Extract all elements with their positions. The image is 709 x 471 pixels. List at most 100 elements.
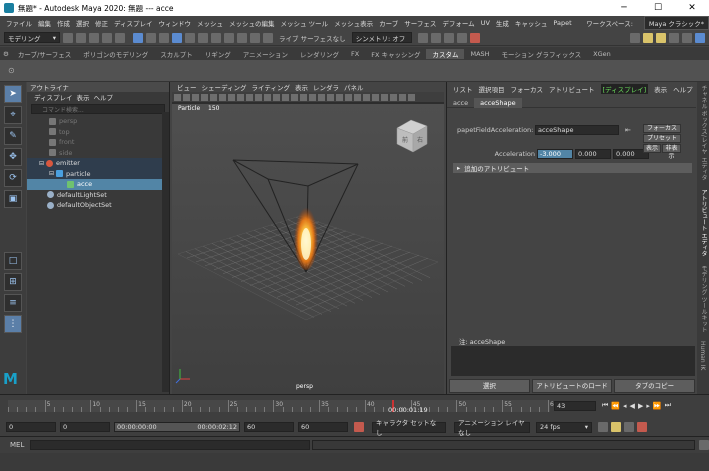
shelf-tab-mash[interactable]: MASH (464, 50, 495, 58)
xray-joints-icon[interactable] (372, 93, 379, 101)
attr-menu-attributes[interactable]: アトリビュート (549, 84, 595, 94)
viewport-menu-view[interactable]: ビュー (177, 82, 197, 92)
viewport-menu-panels[interactable]: パネル (344, 82, 364, 92)
persp-outliner-layout-icon[interactable]: ⋮ (4, 315, 22, 333)
motion-blur-icon[interactable] (336, 93, 343, 101)
presets-button[interactable]: プリセット (643, 134, 681, 143)
step-back-frame-icon[interactable]: ◂ (623, 402, 627, 410)
script-editor-button-icon[interactable] (699, 440, 709, 450)
script-editor-icon[interactable] (637, 422, 647, 432)
node-tab-acce[interactable]: acce (447, 98, 474, 108)
ambient-occlusion-icon[interactable] (327, 93, 334, 101)
bookmark-icon[interactable] (192, 93, 199, 101)
history-icon[interactable] (250, 32, 260, 43)
select-by-type-icon[interactable] (172, 32, 182, 43)
new-scene-icon[interactable] (63, 32, 73, 43)
attribute-editor-toggle-icon[interactable] (669, 32, 679, 43)
shelf-tab-fx[interactable]: FX (345, 50, 365, 58)
menu-edit-mesh[interactable]: メッシュの編集 (229, 18, 275, 28)
play-forward-icon[interactable]: ▶ (638, 402, 643, 410)
command-input[interactable] (29, 440, 310, 450)
load-attributes-button[interactable]: アトリビュートのロード (531, 379, 613, 393)
shelf-tab-rigging[interactable]: リギング (199, 49, 237, 59)
show-button[interactable]: 表示 (643, 144, 661, 153)
camera-select-icon[interactable] (174, 93, 181, 101)
current-frame-field[interactable]: 43 (554, 401, 596, 411)
gate-mask-icon[interactable] (237, 93, 244, 101)
menu-display[interactable]: ディスプレイ (114, 18, 153, 28)
four-pane-layout-icon[interactable]: ⊞ (4, 273, 22, 291)
anim-layer-select[interactable]: アニメーション レイヤなし (454, 419, 530, 437)
outliner-item-persp[interactable]: persp (27, 116, 169, 127)
shelf-settings-icon[interactable]: ⚙ (0, 50, 12, 58)
shelf-tab-rendering[interactable]: レンダリング (294, 49, 345, 59)
menu-curves[interactable]: カーブ (379, 18, 398, 28)
viewport-menu-show[interactable]: 表示 (295, 82, 308, 92)
menu-uv[interactable]: UV (481, 19, 490, 27)
modeling-toolkit-icon[interactable] (643, 32, 653, 43)
collapse-icon[interactable]: ⊟ (39, 160, 44, 167)
step-back-key-icon[interactable]: ⏪ (611, 402, 620, 410)
side-tab-human-ik[interactable]: Human IK (699, 341, 706, 370)
safe-action-icon[interactable] (255, 93, 262, 101)
hide-button[interactable]: 非表示 (662, 144, 681, 160)
outliner-item-side[interactable]: side (27, 148, 169, 159)
redo-icon[interactable] (115, 32, 125, 43)
outliner-menu-display[interactable]: ディスプレイ (34, 92, 73, 102)
save-scene-icon[interactable] (89, 32, 99, 43)
playback-end-field[interactable]: 60 (244, 422, 294, 432)
time-slider[interactable]: 51015202530354045505560 00:00:01:19 43 ⏮… (0, 394, 709, 418)
snap-grid-icon[interactable] (185, 32, 195, 43)
acceleration-x-field[interactable]: -3.000 (537, 149, 573, 159)
side-tab-attribute-editor[interactable]: アトリビュート エディタ (699, 189, 708, 257)
go-to-start-icon[interactable]: ⏮ (602, 401, 608, 410)
attr-menu-display[interactable]: [ディスプレイ] (600, 84, 649, 94)
safe-title-icon[interactable] (264, 93, 271, 101)
shelf-tab-poly[interactable]: ポリゴンのモデリング (77, 49, 154, 59)
viewport-menu-shading[interactable]: シェーディング (202, 82, 247, 92)
color-management-icon[interactable] (408, 93, 415, 101)
menu-cache[interactable]: キャッシュ (515, 18, 548, 28)
outliner-item-default-object-set[interactable]: defaultObjectSet (27, 200, 169, 211)
select-button[interactable]: 選択 (449, 379, 530, 393)
outliner-layout-icon[interactable]: ≡ (4, 294, 22, 312)
character-set-select[interactable]: キャラクタ セットなし (372, 419, 446, 437)
shelf-tab-fx-caching[interactable]: FX キャッシング (365, 49, 426, 59)
playback-start-field[interactable]: 0 (60, 422, 110, 432)
workspace-select[interactable]: Maya クラシック* (643, 16, 709, 30)
xray-toggle-icon[interactable] (363, 93, 370, 101)
focus-icon[interactable]: ⇤ (625, 126, 631, 134)
outliner-search-input[interactable]: コマンド検索... (31, 104, 165, 114)
outliner-item-default-light-set[interactable]: defaultLightSet (27, 190, 169, 201)
textured-icon[interactable] (300, 93, 307, 101)
outliner-item-acce[interactable]: acce (27, 179, 169, 190)
menu-edit[interactable]: 編集 (38, 18, 51, 28)
shelf-menu-icon[interactable]: ⊙ (8, 66, 15, 75)
snap-point-icon[interactable] (211, 32, 221, 43)
gamma-icon[interactable] (399, 93, 406, 101)
extra-attributes-section[interactable]: ▸ 追加のアトリビュート (453, 163, 692, 173)
step-forward-frame-icon[interactable]: ▸ (646, 402, 650, 410)
menu-surfaces[interactable]: サーフェス (404, 18, 436, 28)
grid-toggle-icon[interactable] (210, 93, 217, 101)
focus-button[interactable]: フォーカス (643, 124, 681, 133)
outliner-menu-show[interactable]: 表示 (77, 92, 90, 102)
notes-field[interactable] (451, 346, 695, 376)
use-all-lights-icon[interactable] (309, 93, 316, 101)
paint-select-tool-icon[interactable]: ✎ (4, 127, 22, 145)
shelf-tab-curves[interactable]: カーブ/サーフェス (12, 49, 77, 59)
menu-generate[interactable]: 生成 (496, 18, 509, 28)
shelf-tab-xgen[interactable]: XGen (587, 50, 617, 58)
menu-windows[interactable]: ウィンドウ (159, 18, 192, 28)
select-tool-icon[interactable]: ➤ (4, 85, 22, 103)
menu-mesh-tools[interactable]: メッシュ ツール (281, 18, 329, 28)
xray-components-icon[interactable] (381, 93, 388, 101)
rotate-tool-icon[interactable]: ⟳ (4, 169, 22, 187)
viewport-canvas[interactable]: 前 右 Particle 150 persp (172, 104, 444, 394)
menu-file[interactable]: ファイル (6, 18, 32, 28)
attr-menu-list[interactable]: リスト (453, 84, 473, 94)
close-button[interactable]: ✕ (675, 3, 709, 13)
viewport-menu-lighting[interactable]: ライティング (252, 82, 290, 92)
menu-select[interactable]: 選択 (76, 18, 89, 28)
minimize-button[interactable]: ─ (607, 3, 641, 13)
